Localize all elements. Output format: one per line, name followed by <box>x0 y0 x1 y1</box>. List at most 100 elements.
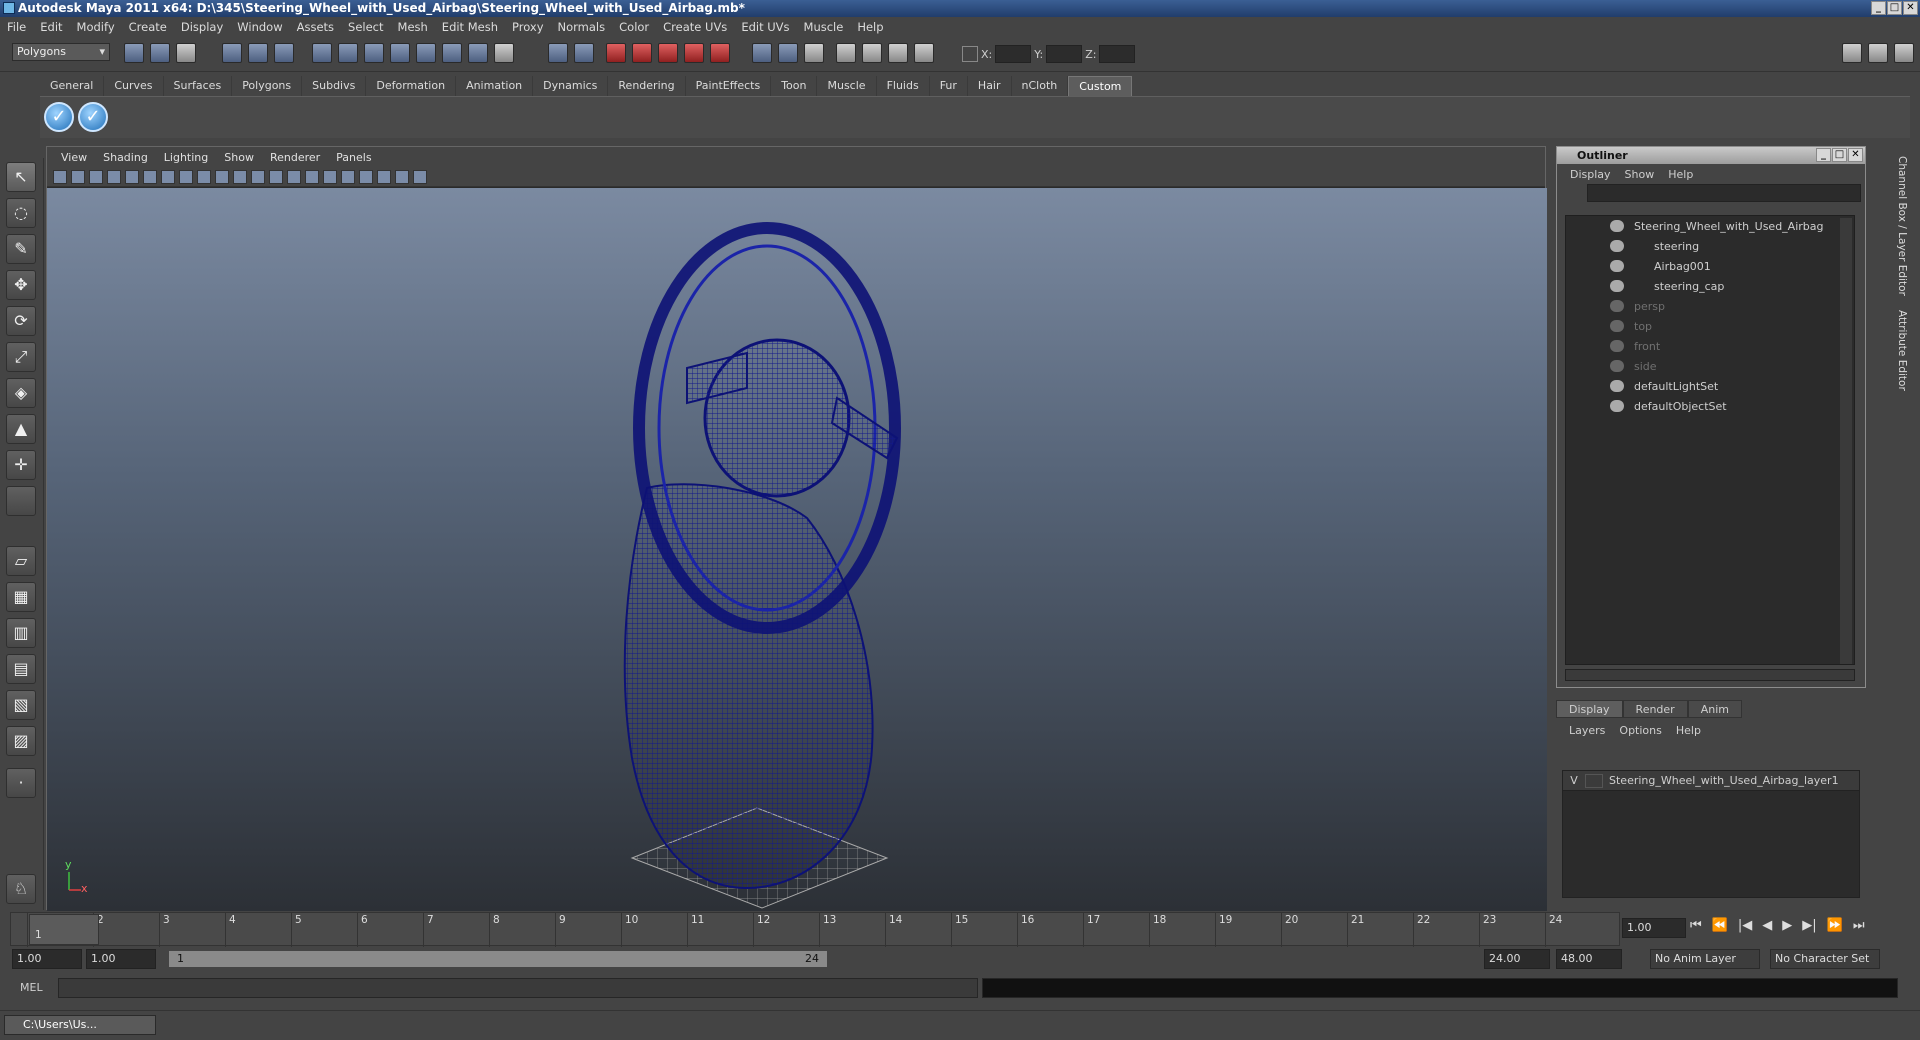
menu-help[interactable]: Help <box>850 20 890 34</box>
render-settings-icon[interactable] <box>658 43 678 63</box>
menu-edit-uvs[interactable]: Edit UVs <box>734 20 796 34</box>
tab-animation[interactable]: Animation <box>456 76 534 96</box>
select-component-icon[interactable] <box>274 43 294 63</box>
move-tool-icon[interactable]: ✥ <box>6 270 36 300</box>
tab-channel-box[interactable]: Channel Box / Layer Editor <box>1890 156 1908 296</box>
last-tool-icon[interactable] <box>6 486 36 516</box>
start-time-field[interactable]: 1.00 <box>12 949 82 969</box>
menu-muscle[interactable]: Muscle <box>797 20 851 34</box>
hypershade-persp-layout-icon[interactable]: ▧ <box>6 690 36 720</box>
step-back-frame-icon[interactable]: |◀ <box>1738 918 1752 933</box>
tab-muscle[interactable]: Muscle <box>817 76 877 96</box>
outliner-item-steering[interactable]: steering <box>1566 236 1836 256</box>
image-plane-icon[interactable] <box>107 169 121 184</box>
show-tool-settings-icon[interactable] <box>862 43 882 63</box>
pick-mask-icon[interactable] <box>312 43 332 63</box>
snap-curve-icon[interactable] <box>364 43 384 63</box>
new-scene-icon[interactable] <box>124 43 144 63</box>
history-icon[interactable] <box>468 43 488 63</box>
menu-color[interactable]: Color <box>612 20 656 34</box>
go-to-end-icon[interactable]: ⏭ <box>1853 918 1865 933</box>
outliner-menu-help[interactable]: Help <box>1661 168 1700 181</box>
z-coord-field[interactable] <box>1099 45 1136 63</box>
tab-rendering[interactable]: Rendering <box>608 76 686 96</box>
outliner-persp-layout-icon[interactable]: ▥ <box>6 618 36 648</box>
menu-mesh[interactable]: Mesh <box>391 20 435 34</box>
layer-menu-help[interactable]: Help <box>1669 724 1708 737</box>
tab-polygons[interactable]: Polygons <box>232 76 303 96</box>
command-input[interactable] <box>58 978 978 998</box>
show-channel-box-icon[interactable] <box>888 43 908 63</box>
show-attribute-editor-icon[interactable] <box>836 43 856 63</box>
menu-modify[interactable]: Modify <box>70 20 122 34</box>
tab-custom[interactable]: Custom <box>1068 76 1133 96</box>
resolution-gate-icon[interactable] <box>161 169 175 184</box>
menu-normals[interactable]: Normals <box>551 20 613 34</box>
menu-file[interactable]: File <box>0 20 33 34</box>
flat-shade-icon[interactable] <box>215 169 229 184</box>
tab-layer-anim[interactable]: Anim <box>1687 700 1742 718</box>
outliner-menu-display[interactable]: Display <box>1563 168 1618 181</box>
use-all-lights-icon[interactable] <box>269 169 283 184</box>
xray-icon[interactable] <box>323 169 337 184</box>
input-line-icon[interactable] <box>752 43 772 63</box>
construction-history-icon[interactable] <box>574 43 594 63</box>
menu-create[interactable]: Create <box>122 20 174 34</box>
rotate-tool-icon[interactable]: ⟳ <box>6 306 36 336</box>
taskbar-window-button[interactable]: C:\Users\Us... <box>4 1015 156 1035</box>
play-backward-icon[interactable]: ◀ <box>1762 918 1772 933</box>
clipboard-icon[interactable] <box>804 43 824 63</box>
snap-view-plane-icon[interactable] <box>416 43 436 63</box>
tab-fluids[interactable]: Fluids <box>877 76 930 96</box>
snap-grid-icon[interactable] <box>338 43 358 63</box>
outliner-close-button[interactable]: ✕ <box>1848 148 1863 162</box>
question-icon[interactable] <box>494 43 514 63</box>
close-button[interactable]: ✕ <box>1903 1 1918 15</box>
go-to-start-icon[interactable]: ⏮ <box>1690 918 1702 933</box>
universal-manipulator-icon[interactable]: ◈ <box>6 378 36 408</box>
step-forward-frame-icon[interactable]: ▶| <box>1802 918 1816 933</box>
panel-menu-lighting[interactable]: Lighting <box>156 151 216 164</box>
absolute-transform-icon[interactable] <box>962 46 978 62</box>
current-time-field[interactable]: 1.00 <box>1622 918 1686 938</box>
tab-hair[interactable]: Hair <box>968 76 1012 96</box>
outliner-item-airbag[interactable]: Airbag001 <box>1566 256 1836 276</box>
single-perspective-layout-icon[interactable]: ▱ <box>6 546 36 576</box>
high-quality-icon[interactable] <box>359 169 373 184</box>
textured-icon[interactable] <box>251 169 265 184</box>
menu-edit[interactable]: Edit <box>33 20 69 34</box>
panel-menu-view[interactable]: View <box>53 151 95 164</box>
anim-start-field[interactable]: 1.00 <box>86 949 156 969</box>
outliner-maximize-button[interactable]: □ <box>1832 148 1847 162</box>
grid-icon[interactable] <box>413 169 427 184</box>
lock-icon[interactable] <box>548 43 568 63</box>
layer-visibility-toggle[interactable]: V <box>1563 774 1585 787</box>
outliner-item-group[interactable]: Steering_Wheel_with_Used_Airbag <box>1566 216 1836 236</box>
camera-select-icon[interactable] <box>53 169 67 184</box>
toggle-tool-settings-icon[interactable] <box>1868 43 1888 63</box>
graph-persp-layout-icon[interactable]: ▤ <box>6 654 36 684</box>
outliner-item-top[interactable]: top <box>1566 316 1836 336</box>
step-back-key-icon[interactable]: ⏪ <box>1712 918 1728 933</box>
menu-create-uvs[interactable]: Create UVs <box>656 20 734 34</box>
time-slider[interactable]: 1 2 3 4 5 6 7 8 9 10 11 12 13 14 15 16 1… <box>10 912 1620 947</box>
anim-layer-dropdown[interactable]: No Anim Layer <box>1650 949 1760 969</box>
command-language-label[interactable]: MEL <box>20 981 43 994</box>
tab-ncloth[interactable]: nCloth <box>1012 76 1069 96</box>
snap-point-icon[interactable] <box>390 43 410 63</box>
isolate-select-icon[interactable] <box>305 169 319 184</box>
menu-edit-mesh[interactable]: Edit Mesh <box>435 20 505 34</box>
tab-layer-display[interactable]: Display <box>1556 700 1623 718</box>
minimize-button[interactable]: _ <box>1871 1 1886 15</box>
menu-window[interactable]: Window <box>230 20 289 34</box>
menu-proxy[interactable]: Proxy <box>505 20 551 34</box>
tab-subdivs[interactable]: Subdivs <box>302 76 367 96</box>
tab-general[interactable]: General <box>40 76 105 96</box>
backface-icon[interactable] <box>395 169 409 184</box>
outliner-filter-input[interactable] <box>1587 184 1861 202</box>
tab-toon[interactable]: Toon <box>771 76 818 96</box>
tab-fur[interactable]: Fur <box>930 76 968 96</box>
viewport-scene[interactable]: y x <box>47 188 1547 911</box>
menu-display[interactable]: Display <box>174 20 230 34</box>
tab-deformation[interactable]: Deformation <box>366 76 457 96</box>
